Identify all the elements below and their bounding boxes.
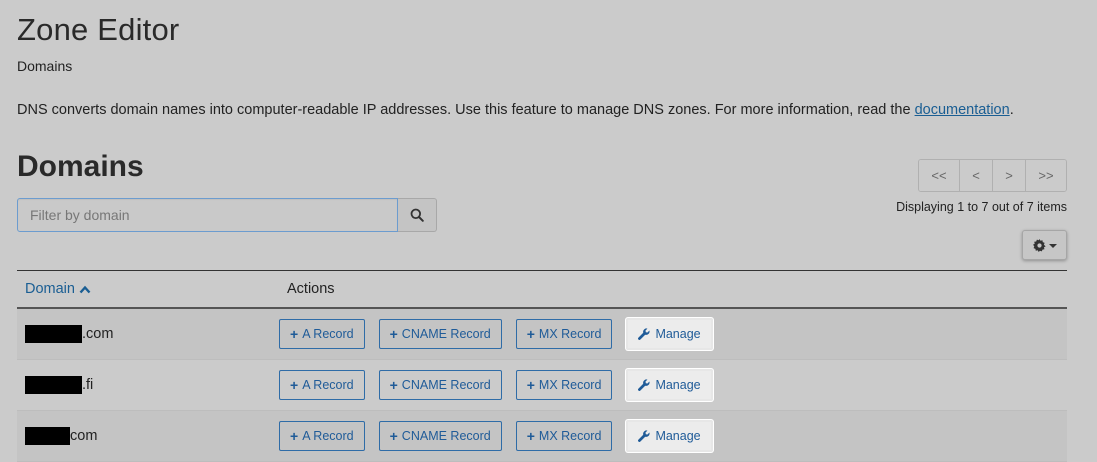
table-row: com + A Record + CNAME Record + MX Record M… xyxy=(17,411,1067,462)
add-a-record-button[interactable]: + A Record xyxy=(279,370,365,400)
description-end: . xyxy=(1009,102,1014,118)
row-actions: + A Record + CNAME Record + MX Record Manag… xyxy=(279,369,713,401)
redacted-domain xyxy=(25,427,70,445)
chevron-up-icon xyxy=(79,285,91,293)
breadcrumb: Domains xyxy=(17,58,73,74)
domain-column-label: Domain xyxy=(25,281,75,297)
search-icon xyxy=(410,208,424,222)
plus-icon: + xyxy=(290,428,299,444)
section-title: Domains xyxy=(17,150,144,183)
domain-cell: com xyxy=(17,427,279,445)
page-title: Zone Editor xyxy=(17,12,180,47)
domain-cell: .com xyxy=(17,325,279,343)
domain-suffix: .fi xyxy=(82,377,94,393)
search-group xyxy=(17,198,437,232)
row-actions: + A Record + CNAME Record + MX Record Manag… xyxy=(279,420,713,452)
button-label: MX Record xyxy=(538,378,602,392)
button-label: MX Record xyxy=(538,327,602,341)
add-mx-record-button[interactable]: + MX Record xyxy=(515,319,613,349)
wrench-icon xyxy=(638,379,650,391)
button-label: Manage xyxy=(655,327,701,341)
domain-cell: .fi xyxy=(17,376,279,394)
search-input[interactable] xyxy=(17,198,398,232)
row-actions: + A Record + CNAME Record + MX Record Manag… xyxy=(279,318,713,350)
domain-column-header[interactable]: Domain xyxy=(17,281,279,297)
table-row: .com + A Record + CNAME Record + MX Record … xyxy=(17,309,1067,360)
plus-icon: + xyxy=(526,326,535,342)
button-label: A Record xyxy=(302,378,354,392)
wrench-icon xyxy=(638,328,650,340)
plus-icon: + xyxy=(389,377,398,393)
plus-icon: + xyxy=(389,428,398,444)
next-page-button[interactable]: > xyxy=(993,160,1026,191)
add-mx-record-button[interactable]: + MX Record xyxy=(515,421,613,451)
last-page-button[interactable]: >> xyxy=(1026,160,1066,191)
description-text: DNS converts domain names into computer-… xyxy=(17,102,915,118)
page-description: DNS converts domain names into computer-… xyxy=(17,102,1014,118)
prev-page-button[interactable]: < xyxy=(960,160,993,191)
add-a-record-button[interactable]: + A Record xyxy=(279,319,365,349)
button-label: Manage xyxy=(655,429,701,443)
actions-column-header: Actions xyxy=(287,281,335,297)
button-label: A Record xyxy=(302,327,354,341)
add-a-record-button[interactable]: + A Record xyxy=(279,421,365,451)
pagination: << < > >> xyxy=(918,159,1067,192)
plus-icon: + xyxy=(389,326,398,342)
gear-icon xyxy=(1032,238,1046,252)
redacted-domain xyxy=(25,325,82,343)
domain-suffix: .com xyxy=(82,326,114,342)
manage-button[interactable]: Manage xyxy=(626,420,713,452)
button-label: MX Record xyxy=(538,429,602,443)
search-button[interactable] xyxy=(398,198,437,232)
redacted-domain xyxy=(25,376,82,394)
add-mx-record-button[interactable]: + MX Record xyxy=(515,370,613,400)
add-cname-record-button[interactable]: + CNAME Record xyxy=(378,370,502,400)
add-cname-record-button[interactable]: + CNAME Record xyxy=(378,421,502,451)
domain-suffix: com xyxy=(70,428,98,444)
manage-button[interactable]: Manage xyxy=(626,369,713,401)
first-page-button[interactable]: << xyxy=(919,160,960,191)
table-row: .fi + A Record + CNAME Record + MX Record M… xyxy=(17,360,1067,411)
button-label: CNAME Record xyxy=(401,327,491,341)
button-label: CNAME Record xyxy=(401,429,491,443)
plus-icon: + xyxy=(290,377,299,393)
plus-icon: + xyxy=(526,377,535,393)
plus-icon: + xyxy=(290,326,299,342)
plus-icon: + xyxy=(526,428,535,444)
button-label: Manage xyxy=(655,378,701,392)
button-label: CNAME Record xyxy=(401,378,491,392)
add-cname-record-button[interactable]: + CNAME Record xyxy=(378,319,502,349)
settings-button[interactable] xyxy=(1022,230,1067,260)
documentation-link[interactable]: documentation xyxy=(915,102,1010,118)
button-label: A Record xyxy=(302,429,354,443)
domains-table: Domain Actions .com + A Record + CNAME Rec… xyxy=(17,270,1067,462)
caret-down-icon xyxy=(1048,244,1057,248)
manage-button[interactable]: Manage xyxy=(626,318,713,350)
wrench-icon xyxy=(638,430,650,442)
pagination-info: Displaying 1 to 7 out of 7 items xyxy=(896,200,1067,214)
table-header: Domain Actions xyxy=(17,271,1067,309)
